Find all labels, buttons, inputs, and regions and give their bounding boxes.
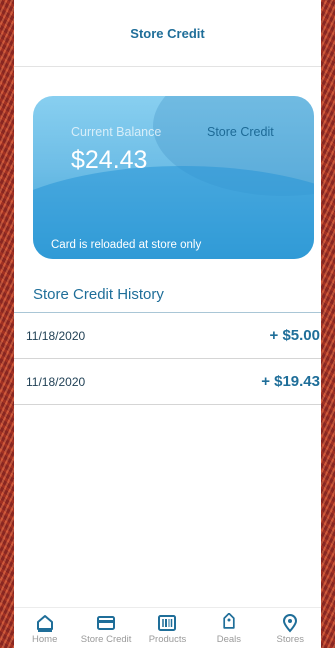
tab-label: Store Credit	[80, 634, 132, 645]
tab-deals[interactable]: Deals	[199, 608, 259, 648]
tag-icon	[223, 613, 235, 629]
location-pin-icon	[283, 614, 298, 633]
tab-label: Products	[148, 634, 187, 645]
history-amount: + $19.43	[261, 373, 320, 390]
credit-card-icon	[97, 616, 116, 630]
tab-store-credit[interactable]: Store Credit	[76, 608, 136, 648]
store-credit-card: Current Balance Store Credit $24.43 Card…	[33, 96, 314, 259]
history-row[interactable]: 11/18/2020 + $19.43	[14, 359, 321, 405]
tab-label: Deals	[216, 634, 241, 645]
home-icon	[36, 615, 53, 632]
card-note: Card is reloaded at store only	[51, 239, 202, 251]
tab-label: Stores	[276, 634, 304, 645]
history-date: 11/18/2020	[26, 374, 86, 389]
history-list: 11/18/2020 + $5.00 11/18/2020 + $19.43	[14, 312, 321, 405]
history-date: 11/18/2020	[26, 328, 86, 343]
tab-label: Home	[32, 634, 58, 645]
tab-products[interactable]: Products	[137, 608, 197, 648]
history-amount: + $5.00	[269, 327, 320, 344]
header-bar: Store Credit	[14, 0, 321, 67]
history-row[interactable]: 11/18/2020 + $5.00	[14, 313, 321, 359]
app-screen: Store Credit Current Balance Store Credi…	[14, 0, 321, 648]
page-title: Store Credit	[130, 25, 205, 41]
balance-amount: $24.43	[71, 146, 148, 174]
tab-stores[interactable]: Stores	[260, 608, 320, 648]
tab-home[interactable]: Home	[15, 608, 75, 648]
history-title: Store Credit History	[33, 286, 164, 303]
barcode-icon	[158, 615, 177, 631]
bottom-tab-bar: Home Store Credit Products Deals Stores	[14, 607, 321, 648]
balance-label: Current Balance	[71, 125, 162, 139]
card-brand: Store Credit	[207, 125, 274, 139]
